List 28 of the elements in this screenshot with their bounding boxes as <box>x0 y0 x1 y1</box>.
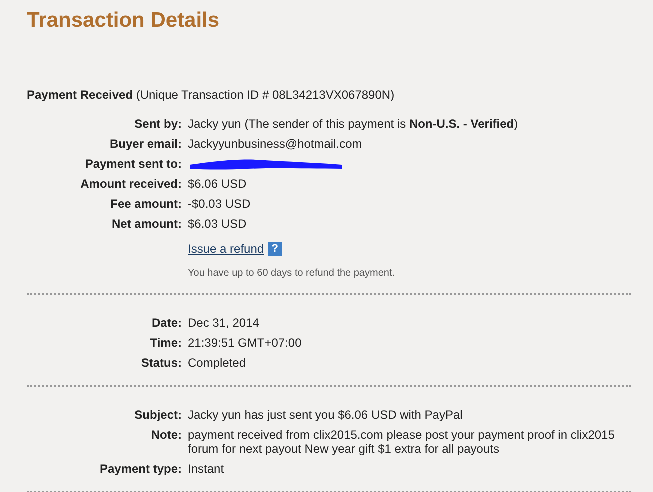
field-value: payment received from clix2015.com please post your payment proof in clix2015 forum for next payout New year gift $1 extra for all payouts <box>188 428 616 456</box>
refund-hint: You have up to 60 days to refund the payment. <box>188 267 396 281</box>
field-value: $6.06 USD <box>188 177 248 191</box>
field-label: Payment sent to: <box>84 157 182 171</box>
field-value: Jacky yun has just sent you $6.06 USD with PayPal <box>188 408 464 422</box>
field-label: Fee amount: <box>110 197 182 211</box>
field-value: 21:39:51 GMT+07:00 <box>188 336 303 350</box>
field-label: Sent by: <box>134 117 182 131</box>
help-icon[interactable]: ? <box>268 242 282 256</box>
field-label: Payment type: <box>98 462 182 476</box>
field-value: Completed <box>188 356 248 370</box>
issue-refund-link[interactable]: Issue a refund <box>188 240 264 258</box>
field-label: Buyer email: <box>108 137 182 151</box>
page-title: Transaction Details <box>27 8 221 34</box>
field-value: Jacky yun (The sender of this payment is Non-U.S. - Verified) <box>188 117 520 131</box>
field-label: Net amount: <box>111 217 182 231</box>
field-label: Date: <box>150 316 182 330</box>
field-label: Subject: <box>134 408 182 422</box>
field-label: Time: <box>149 336 182 350</box>
field-value: Jackyyunbusiness@hotmail.com <box>188 137 364 151</box>
field-value: Instant <box>188 462 226 476</box>
field-label: Note: <box>150 428 182 444</box>
field-label: Amount received: <box>80 177 182 191</box>
field-value: $6.03 USD <box>188 217 248 231</box>
transaction-heading: Payment Received (Unique Transaction ID # 08L34213VX067890N) <box>27 87 396 104</box>
field-label: Status: <box>140 356 182 370</box>
field-value: Dec 31, 2014 <box>188 316 260 330</box>
field-value: -$0.03 USD <box>188 197 252 211</box>
